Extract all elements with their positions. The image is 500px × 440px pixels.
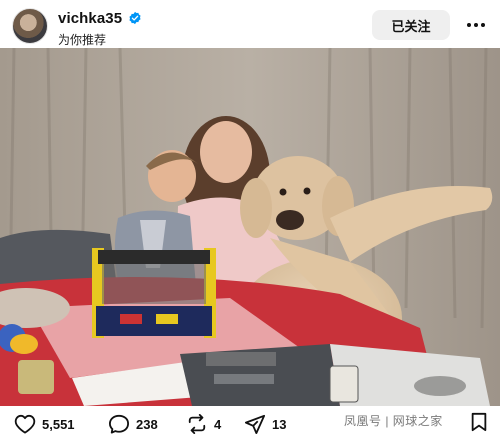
share-action[interactable]: 13 <box>244 414 286 434</box>
more-dots-icon[interactable] <box>462 12 490 38</box>
photo-illustration <box>0 48 500 406</box>
following-button[interactable]: 已关注 <box>372 10 450 40</box>
username-row: vichka35 <box>58 8 142 28</box>
comment-action[interactable]: 238 <box>108 414 158 434</box>
username[interactable]: vichka35 <box>58 10 122 27</box>
avatar[interactable] <box>12 8 48 44</box>
share-count: 13 <box>272 416 287 432</box>
post-header: vichka35 为你推荐 已关注 <box>0 0 500 48</box>
comment-count: 238 <box>136 416 158 432</box>
user-info: vichka35 为你推荐 <box>58 8 142 48</box>
like-action[interactable]: 5,551 <box>14 414 75 434</box>
repost-count: 4 <box>214 416 222 432</box>
post-photo[interactable] <box>0 48 500 406</box>
repost-action[interactable]: 4 <box>186 414 221 434</box>
comment-bubble-icon[interactable] <box>108 414 130 434</box>
heart-icon[interactable] <box>14 414 36 434</box>
like-count: 5,551 <box>42 416 75 432</box>
verified-badge-icon <box>129 11 141 25</box>
bookmark-glyph <box>471 412 487 432</box>
send-icon[interactable] <box>244 414 266 434</box>
source-watermark: 凤凰号 | 网球之家 <box>344 414 443 428</box>
bookmark-icon[interactable] <box>470 412 488 437</box>
recommended-label: 为你推荐 <box>58 33 107 47</box>
repost-icon[interactable] <box>186 414 208 434</box>
